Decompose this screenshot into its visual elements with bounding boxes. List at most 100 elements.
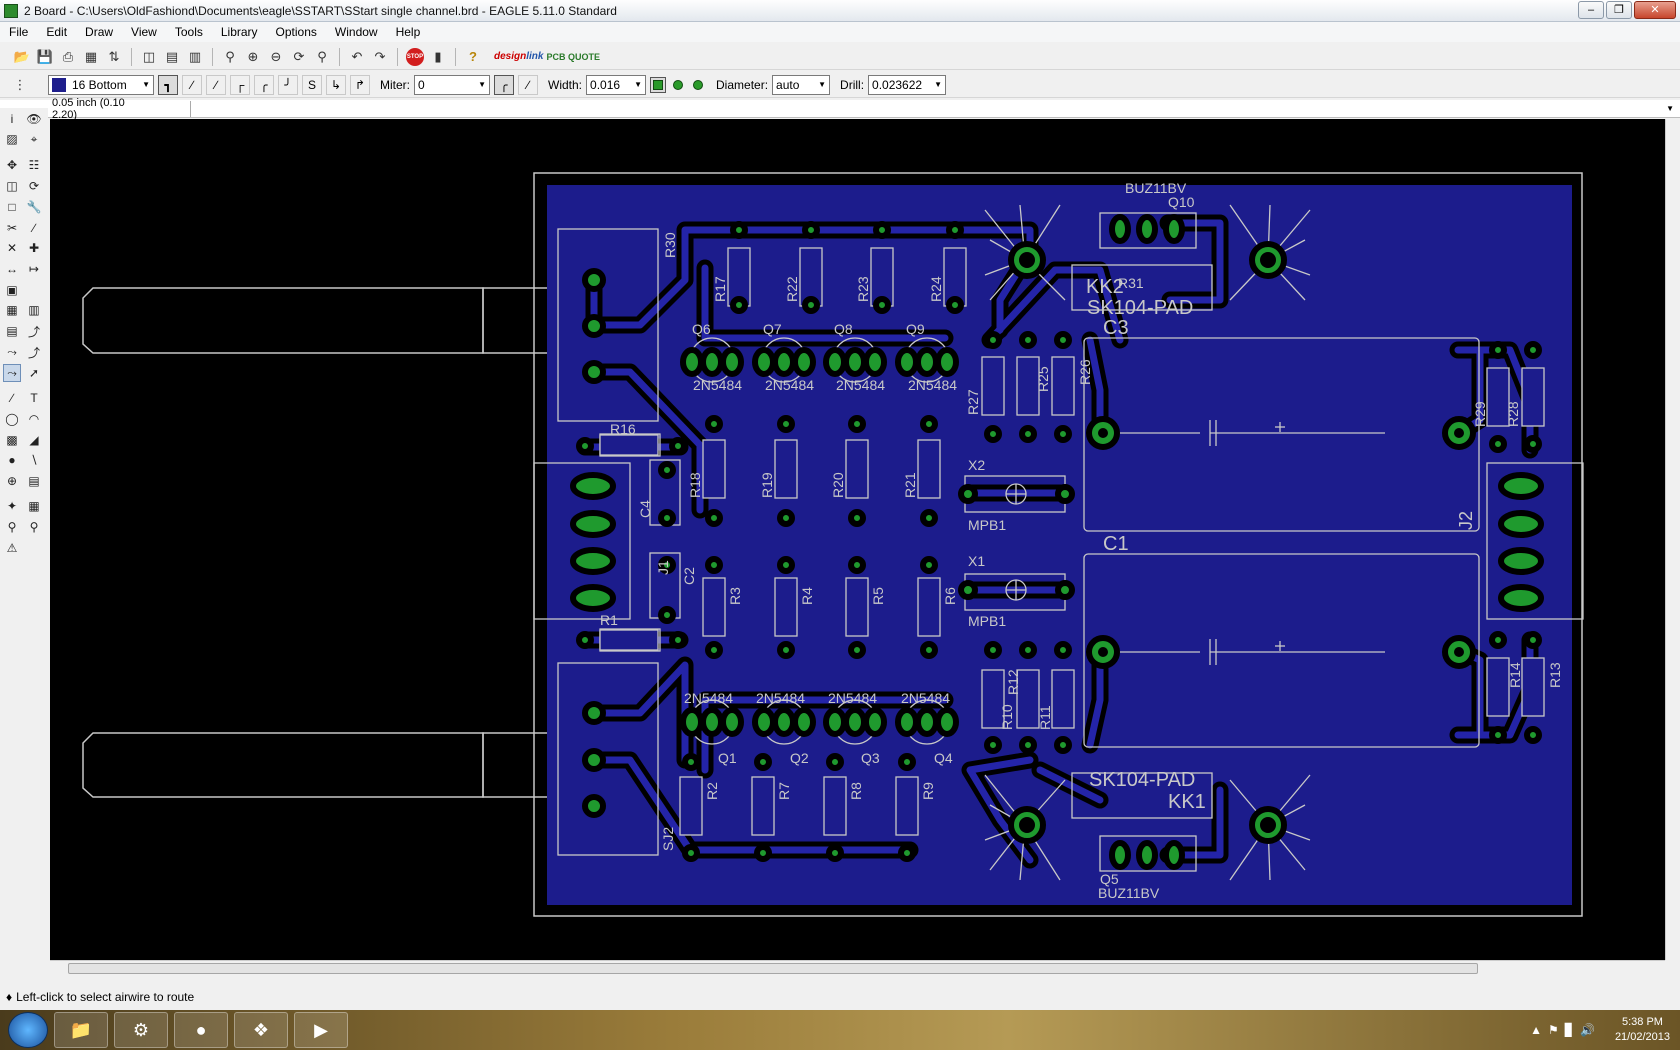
via-square-button[interactable] [650, 76, 667, 93]
bend-style-7-button[interactable]: ↳ [326, 74, 346, 95]
ratsnest-icon[interactable]: ✦ [3, 497, 21, 515]
route-active-icon[interactable]: ⤳ [3, 364, 21, 382]
script-icon[interactable]: ▤ [162, 47, 182, 67]
save-icon[interactable]: 💾 [35, 47, 55, 67]
cam-processor-icon[interactable]: ▦ [81, 47, 101, 67]
move-icon[interactable]: ✥ [3, 156, 21, 174]
zoom-fit-icon[interactable]: ⚲ [220, 47, 240, 67]
pcb-quote-button[interactable]: PCB QUOTE [546, 52, 600, 62]
horizontal-scrollbar[interactable] [50, 960, 1665, 975]
designlink-logo[interactable]: designlink [494, 51, 543, 62]
menu-edit[interactable]: Edit [37, 22, 76, 42]
bend-style-3-button[interactable]: ┌ [230, 74, 250, 95]
menu-tools[interactable]: Tools [166, 22, 212, 42]
miter-straight-button[interactable]: ∕ [518, 74, 538, 95]
command-history-dropdown[interactable]: ▼ [1666, 104, 1674, 113]
tray-icons[interactable]: ▲⚑▊🔊 [1530, 1023, 1601, 1037]
route-icon[interactable]: ⤳ [3, 343, 21, 361]
open-icon[interactable]: 📂 [12, 47, 32, 67]
show-icon[interactable]: 👁 [25, 110, 43, 128]
miter-field[interactable]: 0 ▼ [414, 74, 490, 95]
add-icon[interactable]: ✚ [25, 239, 43, 257]
menu-view[interactable]: View [122, 22, 166, 42]
menu-draw[interactable]: Draw [76, 22, 122, 42]
erc-icon[interactable]: ⚲ [3, 518, 21, 536]
zoom-in-icon[interactable]: ⊕ [243, 47, 263, 67]
signal-icon[interactable]: ∖ [25, 451, 43, 469]
miter-round-button[interactable]: ╭ [494, 74, 514, 95]
rotate-icon[interactable]: ⟳ [25, 177, 43, 195]
circle-icon[interactable]: ◯ [3, 410, 21, 428]
hole-icon[interactable]: ⊕ [3, 472, 21, 490]
mirror-icon[interactable]: ◫ [3, 177, 21, 195]
menu-options[interactable]: Options [267, 22, 326, 42]
paste-icon[interactable]: ✂ [3, 219, 21, 237]
bend-style-5-button[interactable]: ╯ [278, 74, 298, 95]
name-icon[interactable]: ↔ [3, 260, 21, 278]
drc-icon[interactable]: ⚲ [25, 518, 43, 536]
arc-icon[interactable]: ◠ [25, 410, 43, 428]
diameter-field[interactable]: auto ▼ [772, 74, 831, 95]
vertical-scrollbar[interactable] [1665, 119, 1680, 960]
taskbar-eagle[interactable]: ❖ [234, 1012, 288, 1048]
bend-style-6-button[interactable]: S [302, 74, 322, 95]
bend-style-8-button[interactable]: ↱ [350, 74, 370, 95]
drill-field[interactable]: 0.023622 ▼ [868, 74, 947, 95]
ulp-icon[interactable]: ▥ [185, 47, 205, 67]
menu-window[interactable]: Window [326, 22, 387, 42]
taskbar-chrome[interactable]: ● [174, 1012, 228, 1048]
print-icon[interactable]: ⎙ [58, 47, 78, 67]
lock-icon[interactable]: ▣ [3, 281, 21, 299]
zoom-select-icon[interactable]: ⚲ [312, 47, 332, 67]
polygon-icon[interactable]: ◢ [25, 431, 43, 449]
redo-icon[interactable]: ↷ [370, 47, 390, 67]
board-canvas[interactable]: BUZ11BV Q10 BUZ11BV Q5 KK2 KK1 SK104-PAD… [50, 119, 1665, 960]
attribute-icon[interactable]: ▤ [25, 472, 43, 490]
bend-style-0-button[interactable]: ┓ [158, 74, 178, 95]
grid-icon[interactable]: ⋮ [10, 75, 30, 95]
value-icon[interactable]: ↦ [25, 260, 43, 278]
cut-icon[interactable]: ✕ [3, 239, 21, 257]
clock[interactable]: 5:38 PM 21/02/2013 [1615, 1015, 1670, 1045]
layer-select[interactable]: 16 Bottom ▼ [48, 74, 154, 95]
minimize-button[interactable]: – [1578, 1, 1604, 19]
via-icon[interactable]: ● [3, 451, 21, 469]
wire-icon[interactable]: ∕ [3, 389, 21, 407]
bend-style-2-button[interactable]: ∕ [206, 74, 226, 95]
menu-library[interactable]: Library [212, 22, 267, 42]
info-icon[interactable]: i [3, 110, 21, 128]
bend-style-1-button[interactable]: ∕ [182, 74, 202, 95]
display-icon[interactable]: ▨ [3, 130, 21, 148]
bend-style-4-button[interactable]: ╭ [254, 74, 274, 95]
undo-icon[interactable]: ↶ [347, 47, 367, 67]
command-input[interactable] [190, 100, 1666, 117]
start-button[interactable] [8, 1012, 48, 1048]
optimize-icon[interactable]: ⤴ [25, 322, 43, 340]
split-icon[interactable]: ▤ [3, 322, 21, 340]
ripup-icon[interactable]: ⤴ [25, 343, 43, 361]
taskbar-media-player[interactable]: ▶ [294, 1012, 348, 1048]
width-field[interactable]: 0.016 ▼ [586, 74, 647, 95]
group-icon[interactable]: □ [3, 198, 21, 216]
help-icon[interactable]: ? [463, 47, 483, 67]
taskbar-explorer[interactable]: 📁 [54, 1012, 108, 1048]
via-octagon-button[interactable] [690, 77, 706, 93]
miter-icon[interactable]: ▥ [25, 301, 43, 319]
via-round-button[interactable] [670, 77, 686, 93]
zoom-out-icon[interactable]: ⊖ [266, 47, 286, 67]
library-icon[interactable]: ◫ [139, 47, 159, 67]
menu-file[interactable]: File [0, 22, 37, 42]
horizontal-scrollbar-thumb[interactable] [68, 963, 1478, 974]
text-icon[interactable]: T [25, 389, 43, 407]
autoroute-icon[interactable]: ➚ [25, 364, 43, 382]
taskbar-steam[interactable]: ⚙ [114, 1012, 168, 1048]
copy-icon[interactable]: ☷ [25, 156, 43, 174]
mark-icon[interactable]: ⌖ [25, 130, 43, 148]
auto-icon[interactable]: ▦ [25, 497, 43, 515]
rect-icon[interactable]: ▩ [3, 431, 21, 449]
menu-help[interactable]: Help [387, 22, 430, 42]
redraw-icon[interactable]: ⟳ [289, 47, 309, 67]
change-icon[interactable]: 🔧 [25, 198, 43, 216]
close-button[interactable]: ✕ [1634, 1, 1676, 19]
delete-icon[interactable]: ∕ [25, 219, 43, 237]
